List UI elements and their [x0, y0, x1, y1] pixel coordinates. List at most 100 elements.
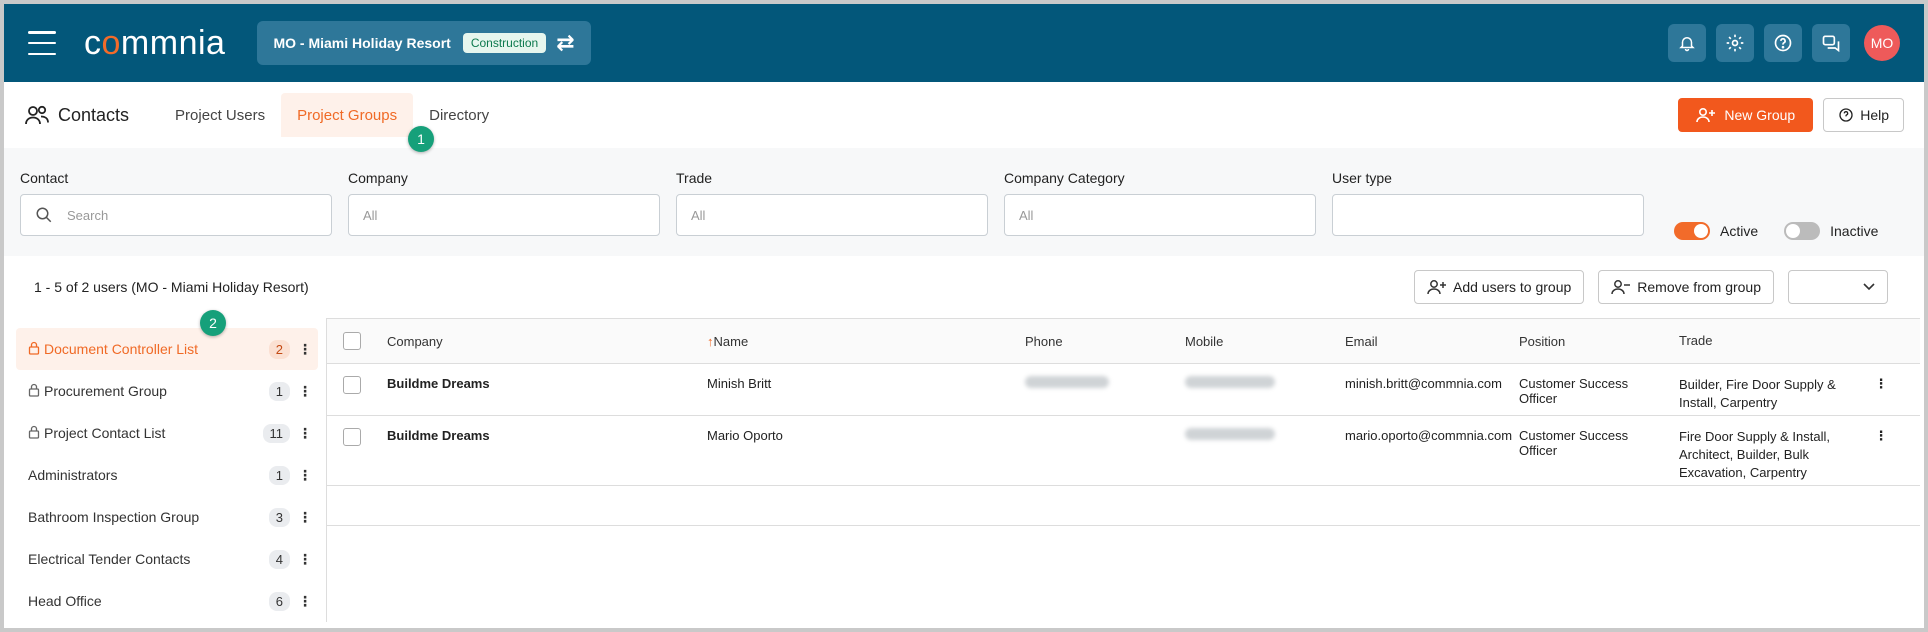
company-category-select[interactable]: All — [1004, 194, 1316, 236]
results-count: 1 - 5 of 2 users (MO - Miami Holiday Res… — [34, 279, 309, 295]
cell-name: Minish Britt — [707, 376, 772, 391]
header-trade[interactable]: Trade — [1679, 332, 1867, 350]
active-switch[interactable] — [1674, 222, 1710, 240]
select-all-checkbox[interactable] — [343, 332, 361, 350]
group-name: Document Controller List — [44, 341, 199, 357]
kebab-menu-icon[interactable]: ⋮ — [298, 341, 312, 358]
user-type-label: User type — [1332, 170, 1392, 186]
header-position[interactable]: Position — [1519, 334, 1679, 349]
cell-mobile-redacted — [1185, 428, 1345, 443]
trade-filter-label: Trade — [676, 170, 713, 186]
header-company[interactable]: Company — [387, 334, 707, 349]
group-item-bathroom-inspection-group[interactable]: Bathroom Inspection Group 3 ⋮ — [16, 496, 318, 538]
add-users-label: Add users to group — [1452, 279, 1572, 295]
gear-icon[interactable] — [1716, 24, 1754, 62]
kebab-menu-icon[interactable]: ⋮ — [298, 467, 312, 484]
remove-from-group-label: Remove from group — [1637, 279, 1761, 295]
trade-filter: Trade All — [676, 170, 988, 256]
app-window: commnia MO - Miami Holiday Resort Constr… — [4, 4, 1924, 628]
page-title-text: Contacts — [58, 104, 130, 125]
contact-filter-label: Contact — [20, 170, 69, 186]
lock-icon — [28, 425, 40, 442]
table-row[interactable]: Buildme Dreams Mario Oporto mario.oporto… — [327, 416, 1920, 486]
kebab-menu-icon[interactable]: ⋮ — [298, 551, 312, 568]
help-circle-icon[interactable] — [1764, 24, 1802, 62]
step-marker-2: 2 — [200, 310, 226, 336]
inactive-label: Inactive — [1830, 223, 1879, 239]
add-users-to-group-button[interactable]: Add users to group — [1413, 270, 1585, 304]
row-kebab-menu-icon[interactable]: ⋮ — [1871, 428, 1891, 444]
kebab-menu-icon[interactable]: ⋮ — [298, 383, 312, 400]
group-count: 3 — [268, 507, 290, 527]
remove-from-group-button[interactable]: Remove from group — [1598, 270, 1774, 304]
inactive-switch[interactable] — [1784, 222, 1821, 240]
kebab-menu-icon[interactable]: ⋮ — [298, 593, 312, 610]
group-count: 2 — [268, 339, 290, 359]
cell-company: Buildme Dreams — [387, 428, 490, 443]
contact-search-placeholder: Search — [67, 207, 109, 223]
filter-panel: Contact Search Company All Trade All Com… — [4, 148, 1924, 256]
group-name: Bathroom Inspection Group — [28, 509, 200, 525]
kebab-menu-icon[interactable]: ⋮ — [298, 509, 312, 526]
add-user-icon — [1427, 280, 1446, 295]
cell-position: Customer Success Officer — [1519, 376, 1629, 406]
group-item-project-contact-list[interactable]: Project Contact List 11 ⋮ — [16, 412, 318, 454]
cell-name: Mario Oporto — [707, 428, 783, 443]
tab-project-groups[interactable]: Project Groups — [281, 93, 414, 137]
contact-search-input[interactable]: Search — [20, 194, 332, 236]
cell-email: mario.oporto@commnia.com — [1345, 428, 1513, 443]
new-group-label: New Group — [1724, 107, 1796, 123]
project-switcher[interactable]: MO - Miami Holiday Resort Construction ⇄ — [257, 21, 591, 65]
active-toggle[interactable]: Active — [1674, 222, 1758, 240]
company-select[interactable]: All — [348, 194, 660, 236]
swap-arrows-icon: ⇄ — [556, 30, 575, 55]
group-item-head-office[interactable]: Head Office 6 ⋮ — [16, 580, 318, 622]
table-row[interactable]: Buildme Dreams Minish Britt minish.britt… — [327, 364, 1920, 416]
help-button[interactable]: Help — [1823, 98, 1904, 132]
members-table: Company ↑Name Phone Mobile Email Positio… — [326, 318, 1920, 622]
logo-text: commnia — [84, 23, 226, 62]
group-item-document-controller-list[interactable]: Document Controller List 2 ⋮ — [16, 328, 318, 370]
company-category-filter: Company Category All — [1004, 170, 1316, 256]
add-user-icon — [1696, 107, 1716, 123]
bell-icon[interactable] — [1668, 24, 1706, 62]
bulk-actions-dropdown[interactable] — [1788, 270, 1888, 304]
tab-project-users[interactable]: Project Users — [159, 93, 281, 137]
chevron-down-icon — [1863, 283, 1875, 291]
cell-phone-redacted — [1025, 376, 1185, 391]
row-kebab-menu-icon[interactable]: ⋮ — [1871, 376, 1891, 392]
inactive-toggle[interactable]: Inactive — [1784, 222, 1878, 240]
user-type-select[interactable] — [1332, 194, 1644, 236]
group-item-electrical-tender-contacts[interactable]: Electrical Tender Contacts 4 ⋮ — [16, 538, 318, 580]
company-filter: Company All — [348, 170, 660, 256]
trade-select[interactable]: All — [676, 194, 988, 236]
new-group-button[interactable]: New Group — [1678, 98, 1814, 132]
step-marker-1: 1 — [408, 126, 434, 152]
header-phone[interactable]: Phone — [1025, 334, 1185, 349]
cell-trade: Fire Door Supply & Install, Architect, B… — [1679, 429, 1831, 480]
company-category-label: Company Category — [1004, 170, 1125, 186]
header-name[interactable]: ↑Name — [707, 334, 1025, 349]
table-header: Company ↑Name Phone Mobile Email Positio… — [327, 318, 1920, 364]
group-name: Project Contact List — [44, 425, 166, 441]
group-item-procurement-group[interactable]: Procurement Group 1 ⋮ — [16, 370, 318, 412]
groups-main: 2 Document Controller List 2 ⋮ Procureme… — [4, 310, 1924, 622]
row-checkbox[interactable] — [343, 376, 361, 394]
top-bar: commnia MO - Miami Holiday Resort Constr… — [4, 4, 1924, 82]
user-avatar[interactable]: MO — [1864, 25, 1900, 61]
cell-email: minish.britt@commnia.com — [1345, 376, 1502, 391]
contact-filter: Contact Search — [20, 170, 332, 256]
row-checkbox[interactable] — [343, 428, 361, 446]
hamburger-menu-icon[interactable] — [28, 31, 56, 55]
chat-icon[interactable] — [1812, 24, 1850, 62]
group-name: Head Office — [28, 593, 102, 609]
header-email[interactable]: Email — [1345, 334, 1519, 349]
help-label: Help — [1860, 107, 1889, 123]
search-icon — [36, 207, 52, 223]
header-mobile[interactable]: Mobile — [1185, 334, 1345, 349]
group-count: 6 — [268, 591, 290, 611]
commnia-logo[interactable]: commnia — [84, 24, 225, 63]
kebab-menu-icon[interactable]: ⋮ — [298, 425, 312, 442]
project-name: MO - Miami Holiday Resort — [273, 35, 451, 51]
group-item-administrators[interactable]: Administrators 1 ⋮ — [16, 454, 318, 496]
